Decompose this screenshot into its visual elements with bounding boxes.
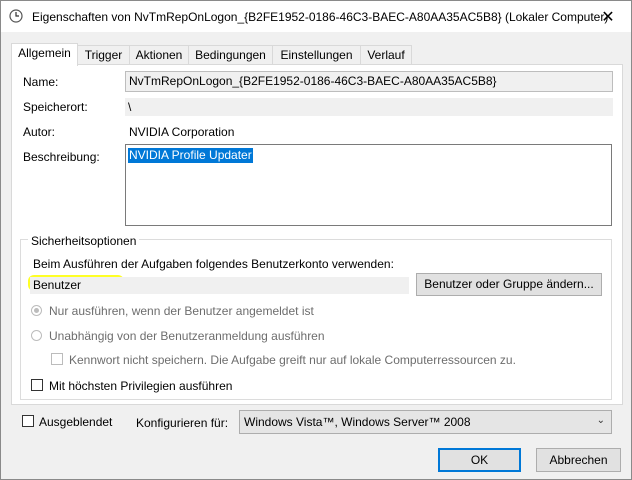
author-value: NVIDIA Corporation <box>129 125 235 139</box>
title-bar[interactable]: Eigenschaften von NvTmRepOnLogon_{B2FE19… <box>1 1 631 32</box>
checkbox-hidden[interactable] <box>22 415 34 427</box>
name-label: Name: <box>23 75 59 89</box>
close-button[interactable]: ✕ <box>585 1 631 32</box>
configure-for-label: Konfigurieren für: <box>136 416 229 430</box>
radio-run-independent-label: Unabhängig von der Benutzeranmeldung aus… <box>49 329 325 343</box>
ok-button[interactable]: OK <box>438 448 521 472</box>
radio-run-logged-on-label: Nur ausführen, wenn der Benutzer angemel… <box>49 304 314 318</box>
checkbox-hidden-label: Ausgeblendet <box>39 415 113 429</box>
tab-bedingungen[interactable]: Bedingungen <box>188 45 273 65</box>
tab-verlauf[interactable]: Verlauf <box>360 45 412 65</box>
description-selected-text: NVIDIA Profile Updater <box>128 148 253 163</box>
task-properties-window: Eigenschaften von NvTmRepOnLogon_{B2FE19… <box>0 0 632 480</box>
configure-for-value: Windows Vista™, Windows Server™ 2008 <box>244 415 471 429</box>
tab-einstellungen[interactable]: Einstellungen <box>272 45 361 65</box>
account-prompt: Beim Ausführen der Aufgaben folgendes Be… <box>33 257 394 271</box>
change-user-button[interactable]: Benutzer oder Gruppe ändern... <box>416 273 602 296</box>
checkbox-highest-privileges-label: Mit höchsten Privilegien ausführen <box>49 379 233 393</box>
checkbox-highest-privileges[interactable] <box>31 379 43 391</box>
security-group-title: Sicherheitsoptionen <box>28 234 140 248</box>
description-label: Beschreibung: <box>23 150 100 164</box>
location-field[interactable]: \ <box>125 98 613 116</box>
clock-icon <box>9 9 23 23</box>
tab-trigger[interactable]: Trigger <box>77 45 130 65</box>
radio-run-logged-on[interactable] <box>31 305 42 316</box>
chevron-down-icon: ⌄ <box>596 415 605 426</box>
radio-run-independent[interactable] <box>31 330 42 341</box>
close-icon: ✕ <box>601 8 615 26</box>
configure-for-select[interactable]: Windows Vista™, Windows Server™ 2008 ⌄ <box>239 410 612 434</box>
location-label: Speicherort: <box>23 100 88 114</box>
checkbox-no-password-label: Kennwort nicht speichern. Die Aufgabe gr… <box>69 353 516 367</box>
description-textarea[interactable]: NVIDIA Profile Updater <box>125 144 612 226</box>
author-label: Autor: <box>23 125 56 139</box>
account-field[interactable]: Benutzer <box>30 277 409 294</box>
tab-allgemein[interactable]: Allgemein <box>11 43 78 66</box>
checkbox-no-password[interactable] <box>51 353 63 365</box>
tab-aktionen[interactable]: Aktionen <box>129 45 189 65</box>
window-title: Eigenschaften von NvTmRepOnLogon_{B2FE19… <box>32 10 609 24</box>
name-field[interactable]: NvTmRepOnLogon_{B2FE1952-0186-46C3-BAEC-… <box>125 71 613 92</box>
cancel-button[interactable]: Abbrechen <box>536 448 621 472</box>
